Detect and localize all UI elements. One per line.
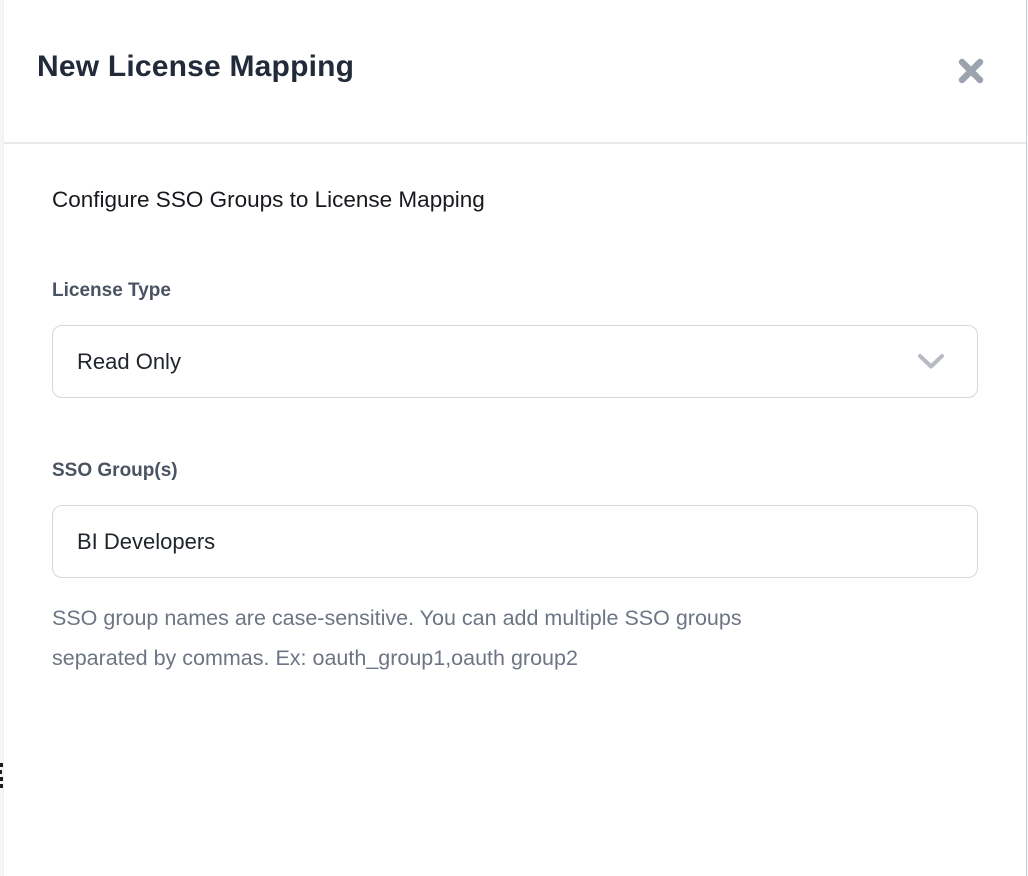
license-type-select[interactable]: Read Only [52, 325, 978, 398]
helper-line-2: separated by commas. Ex: oauth_group1,oa… [52, 638, 978, 678]
sso-groups-helper-text: SSO group names are case-sensitive. You … [52, 598, 978, 678]
sso-groups-label: SSO Group(s) [52, 460, 978, 482]
sso-groups-input[interactable] [52, 505, 978, 578]
chevron-down-icon [917, 353, 945, 370]
configure-heading: Configure SSO Groups to License Mapping [52, 144, 978, 213]
page-background: New License Mapping Configure SSO Groups… [0, 0, 1028, 876]
close-icon [956, 56, 986, 86]
license-type-selected-value: Read Only [77, 349, 181, 375]
modal-body: Configure SSO Groups to License Mapping … [4, 144, 1026, 678]
close-button[interactable] [954, 54, 988, 88]
modal-header: New License Mapping [4, 0, 1026, 144]
modal-title: New License Mapping [37, 50, 354, 84]
new-license-mapping-modal: New License Mapping Configure SSO Groups… [3, 0, 1027, 876]
helper-line-1: SSO group names are case-sensitive. You … [52, 598, 978, 638]
license-type-label: License Type [52, 280, 978, 302]
